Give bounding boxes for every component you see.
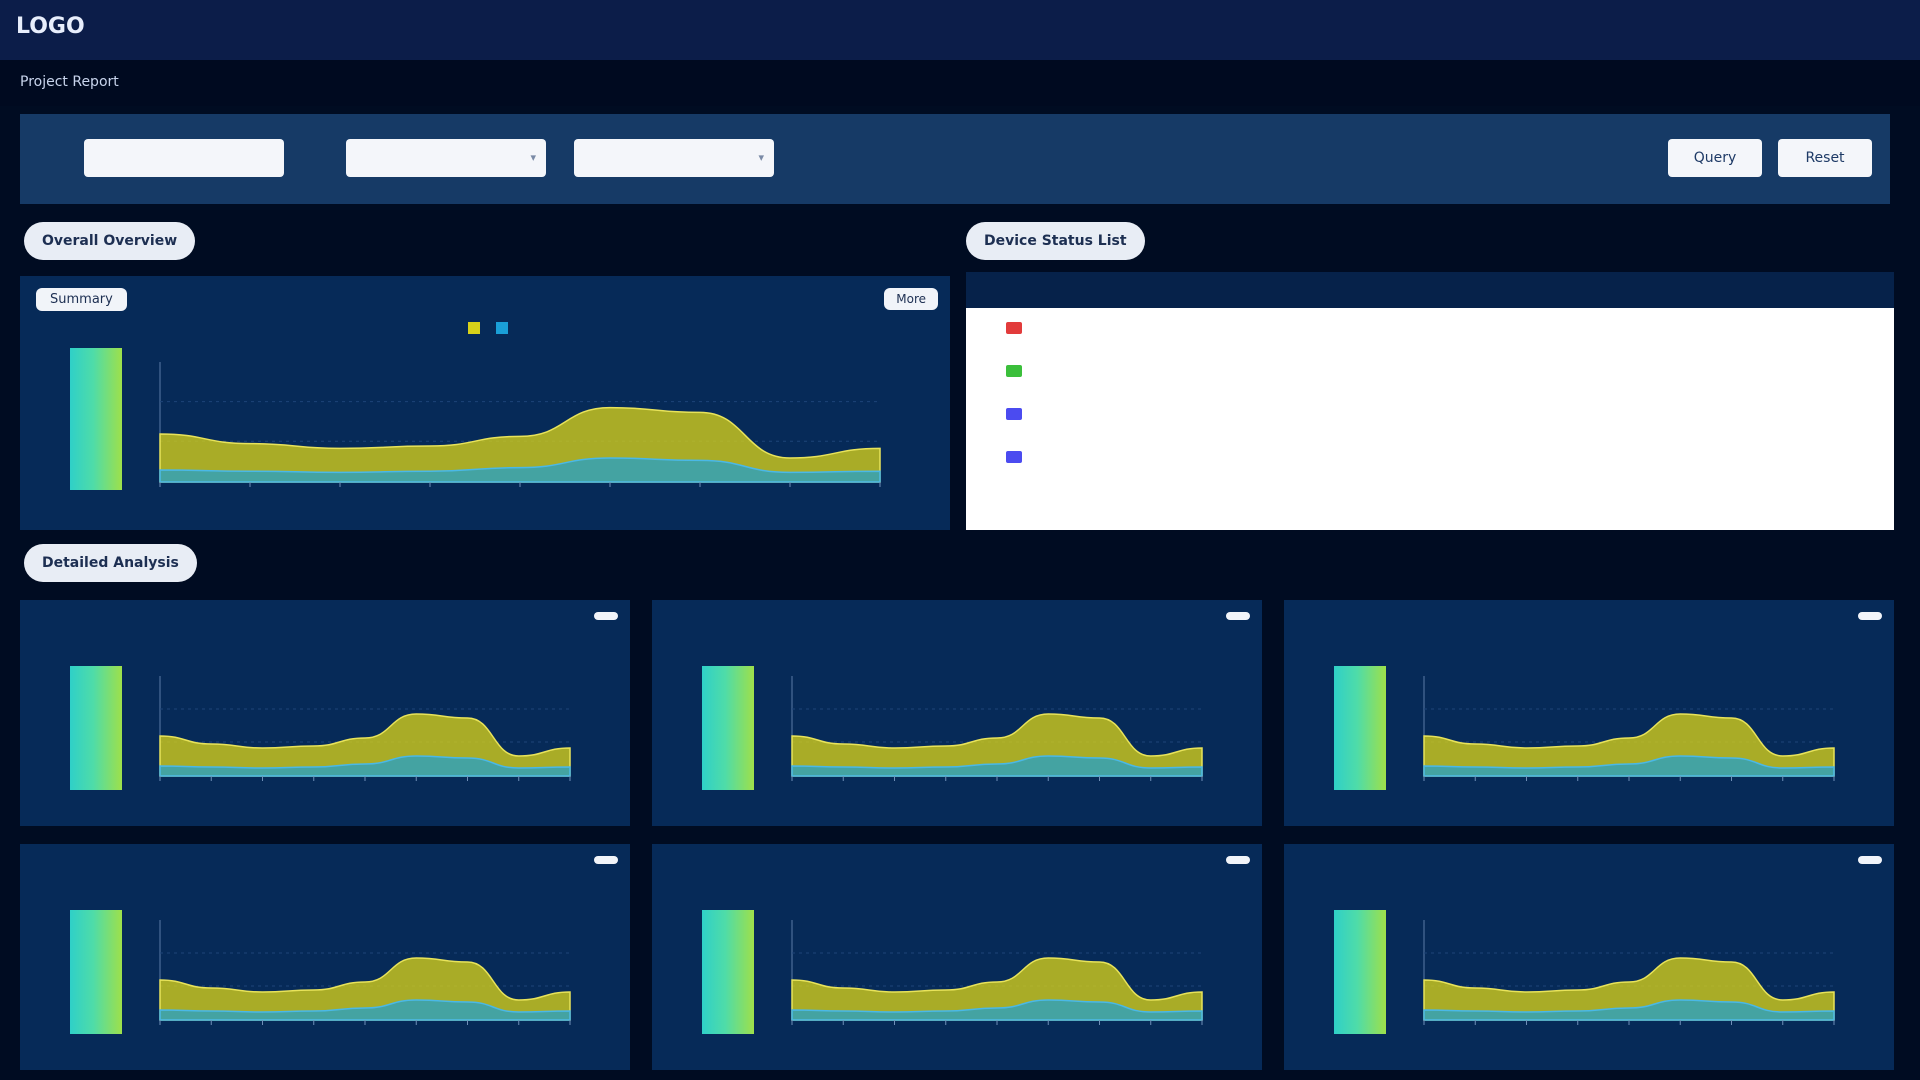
detail-chart-panel (20, 844, 630, 1070)
detail-area-chart (1423, 920, 1835, 1025)
level-gauge (1334, 910, 1386, 1034)
detail-chart-panel (20, 600, 630, 826)
panel-badge[interactable] (1226, 612, 1250, 620)
table-body (966, 308, 1894, 530)
section-device-list[interactable]: Device Status List (966, 222, 1145, 260)
page-title: Project Report (20, 74, 119, 90)
date-picker[interactable]: ▾ (574, 139, 774, 177)
table-header (966, 272, 1894, 308)
table-row[interactable] (966, 308, 1894, 351)
section-overview[interactable]: Overall Overview (24, 222, 196, 260)
table-row[interactable] (966, 351, 1894, 394)
overview-area-chart (159, 362, 881, 487)
detail-area-chart (159, 676, 571, 781)
status-dot-icon (1006, 450, 1022, 463)
reset-button[interactable]: Reset (1778, 139, 1872, 177)
level-gauge (70, 666, 122, 790)
panel-badge[interactable] (594, 612, 618, 620)
level-gauge (70, 910, 122, 1034)
panel-badge[interactable] (1226, 856, 1250, 864)
chevron-down-icon: ▾ (530, 151, 536, 164)
page-header: Project Report (0, 60, 1920, 106)
level-gauge (1334, 666, 1386, 790)
detail-chart-panel (652, 844, 1262, 1070)
detail-area-chart (1423, 676, 1835, 781)
detail-chart-panel (1284, 844, 1894, 1070)
table-row[interactable] (966, 437, 1894, 480)
query-button[interactable]: Query (1668, 139, 1762, 177)
detail-chart-panel (652, 600, 1262, 826)
detail-area-chart (159, 920, 571, 1025)
project-select[interactable] (84, 139, 284, 177)
level-gauge (702, 910, 754, 1034)
panel-badge[interactable] (1858, 856, 1882, 864)
detail-area-chart (791, 676, 1203, 781)
detail-chart-panel (1284, 600, 1894, 826)
status-dot-icon (1006, 321, 1022, 334)
device-status-table (966, 272, 1894, 530)
dashboard-app: LOGO Project Report ▾ ▾ Query Reset Over… (0, 0, 1920, 1080)
section-details[interactable]: Detailed Analysis (24, 544, 197, 582)
detail-area-chart (791, 920, 1203, 1025)
status-dot-icon (1006, 407, 1022, 420)
app-logo: LOGO (16, 14, 85, 39)
more-button[interactable]: More (884, 288, 938, 310)
overview-chart-panel: Summary More (20, 276, 950, 530)
level-gauge (70, 348, 122, 490)
chart-legend (460, 320, 512, 334)
panel-label: Summary (36, 288, 127, 311)
status-dot-icon (1006, 364, 1022, 377)
title-bar: LOGO (0, 0, 1920, 60)
legend-swatch (495, 321, 508, 334)
filter-bar: ▾ ▾ Query Reset (20, 114, 1890, 204)
panel-badge[interactable] (1858, 612, 1882, 620)
table-row[interactable] (966, 394, 1894, 437)
level-gauge (702, 666, 754, 790)
panel-badge[interactable] (594, 856, 618, 864)
type-select[interactable]: ▾ (346, 139, 546, 177)
calendar-icon: ▾ (758, 151, 764, 164)
legend-swatch (468, 321, 480, 334)
